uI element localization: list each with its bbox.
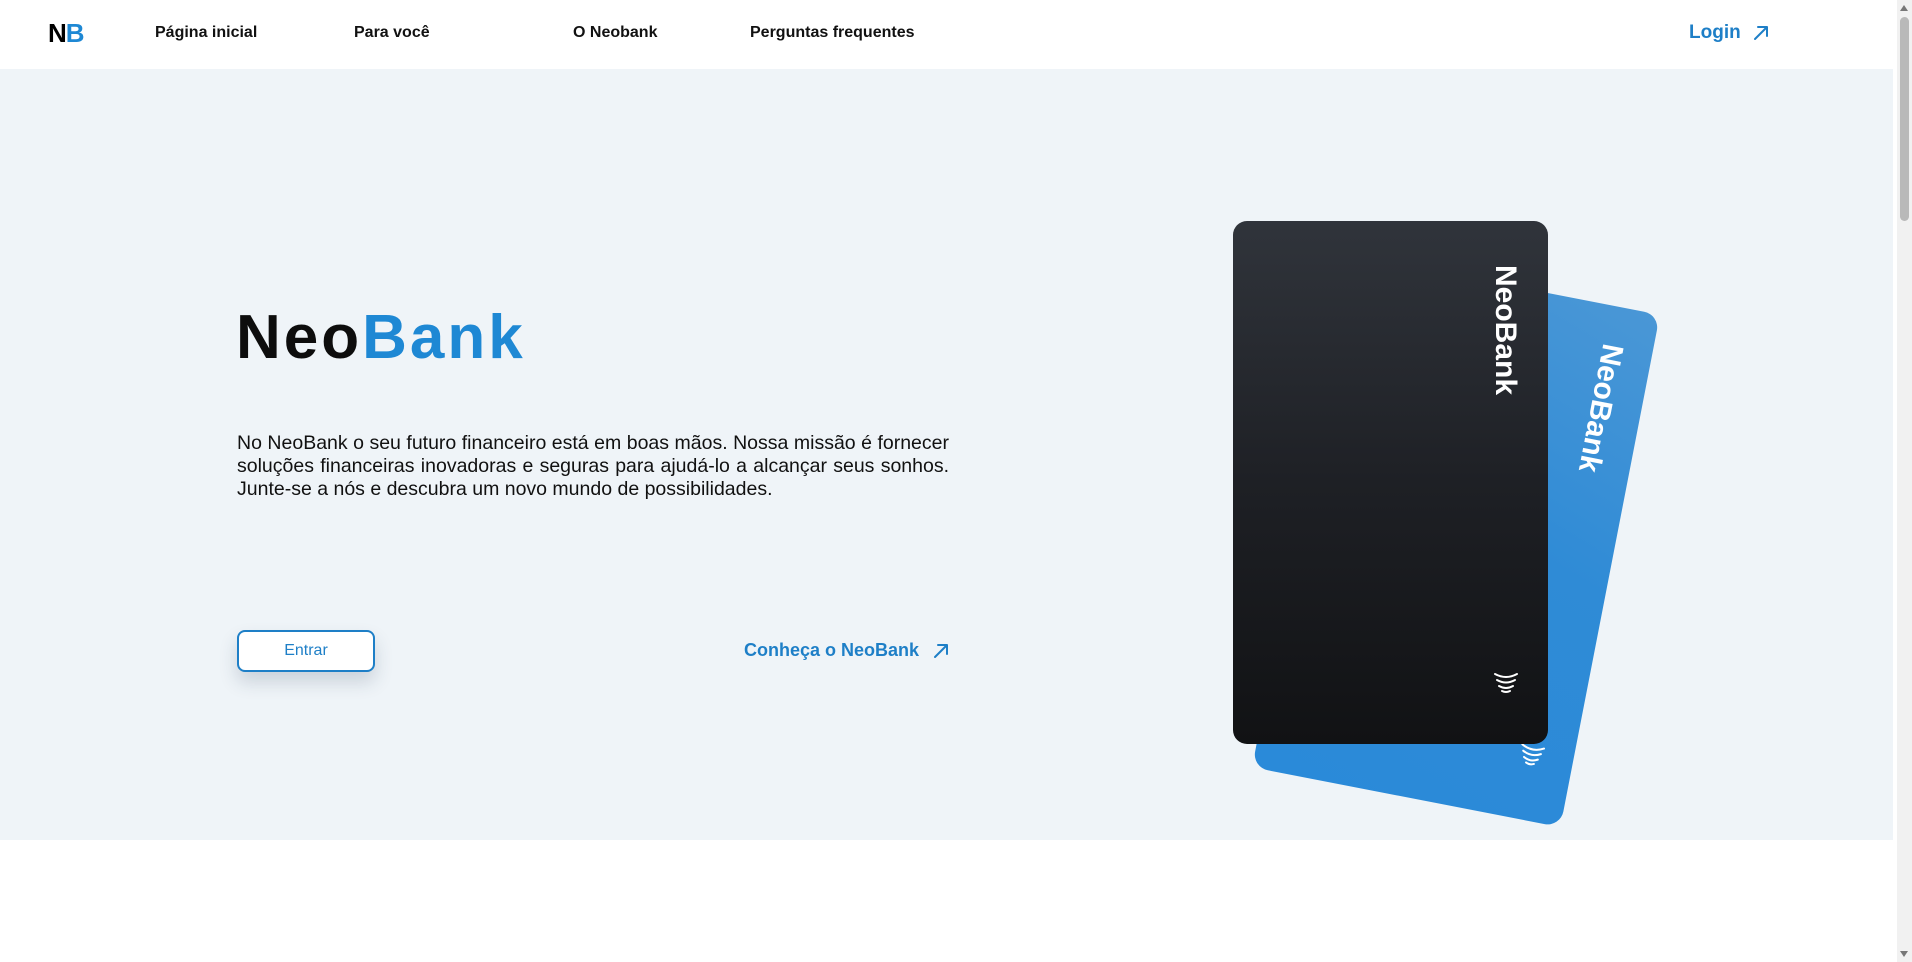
nav-link-pagina-inicial[interactable]: Página inicial xyxy=(155,24,257,42)
logo-letter-b: B xyxy=(65,18,85,48)
nav-link-o-neobank[interactable]: O Neobank xyxy=(573,24,657,42)
blue-card-label: NeoBank xyxy=(1571,341,1630,476)
logo-letter-n: N xyxy=(48,18,67,48)
page: NB Página inicial Para você O Neobank Pe… xyxy=(0,0,1893,962)
hero-description: No NeoBank o seu futuro financeiro está … xyxy=(237,432,949,500)
contactless-icon xyxy=(1494,673,1518,693)
conheca-label: Conheça o NeoBank xyxy=(744,640,920,660)
black-card: NeoBank xyxy=(1233,221,1548,744)
black-card-label: NeoBank xyxy=(1489,265,1522,396)
scrollbar-thumb[interactable] xyxy=(1900,17,1909,221)
top-navbar: NB Página inicial Para você O Neobank Pe… xyxy=(0,0,1893,69)
hero-title-bank: Bank xyxy=(362,303,526,372)
conheca-neobank-link[interactable]: Conheça o NeoBank xyxy=(744,640,951,661)
hero-title-neo: Neo xyxy=(236,303,363,372)
nav-link-para-voce[interactable]: Para você xyxy=(354,24,430,42)
arrow-up-right-icon xyxy=(1753,26,1768,40)
vertical-scrollbar[interactable] xyxy=(1897,0,1912,962)
arrow-up-right-icon xyxy=(934,643,949,658)
scroll-up-arrow-icon[interactable] xyxy=(1900,5,1908,11)
scroll-down-arrow-icon[interactable] xyxy=(1900,951,1908,957)
hero-title: NeoBank xyxy=(236,302,526,373)
hero-section: NeoBank No NeoBank o seu futuro financei… xyxy=(0,69,1893,840)
logo[interactable]: NB xyxy=(48,18,85,49)
login-label: Login xyxy=(1689,22,1741,43)
login-link[interactable]: Login xyxy=(1689,22,1771,44)
entrar-button[interactable]: Entrar xyxy=(237,630,375,672)
nav-link-perguntas-frequentes[interactable]: Perguntas frequentes xyxy=(750,24,914,42)
